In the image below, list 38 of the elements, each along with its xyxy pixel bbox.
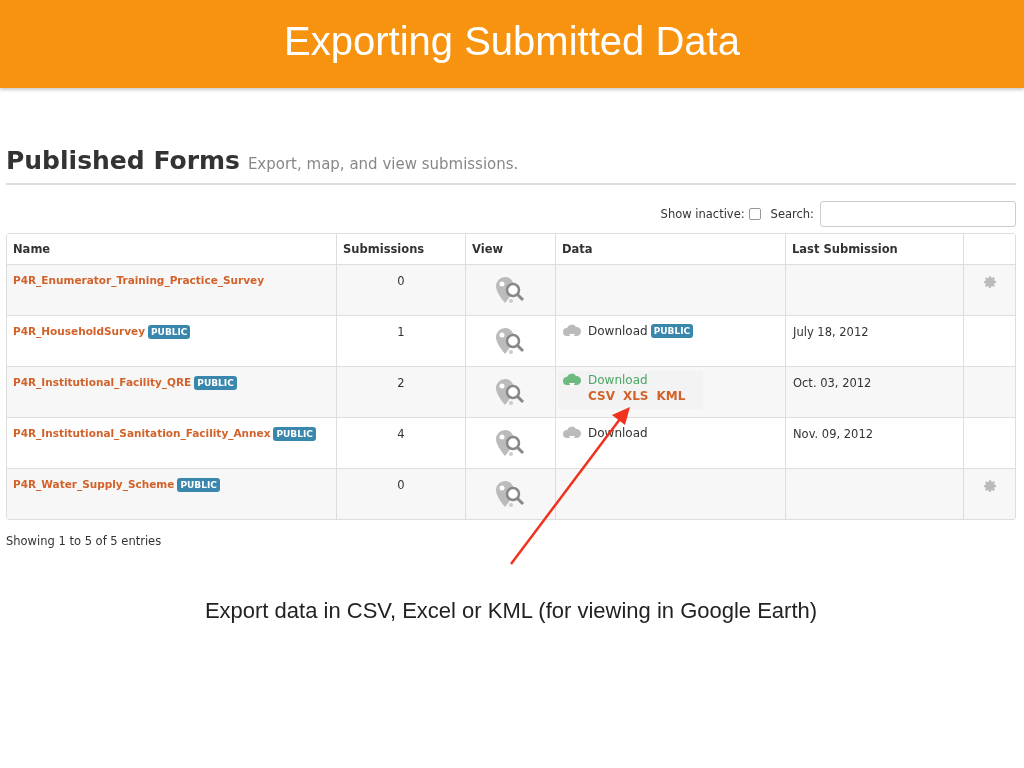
public-badge: PUBLIC (194, 376, 237, 390)
slide-title: Exporting Submitted Data (284, 18, 740, 64)
entries-info: Showing 1 to 5 of 5 entries (6, 534, 163, 548)
form-name-link[interactable]: P4R_Enumerator_Training_Practice_Survey (13, 274, 265, 286)
submission-count: 4 (397, 427, 405, 441)
submission-count: 0 (397, 478, 405, 492)
search-field[interactable] (820, 201, 1016, 227)
form-name-link[interactable]: P4R_Water_Supply_Scheme (13, 478, 175, 490)
form-name-link[interactable]: P4R_Institutional_Facility_QRE (13, 376, 192, 388)
column-header[interactable]: Data (562, 242, 593, 256)
submission-count: 2 (397, 376, 405, 390)
last-submission-date: July 18, 2012 (793, 325, 869, 339)
column-header[interactable]: Last Submission (792, 242, 898, 256)
format-link[interactable]: XLS (622, 389, 649, 403)
public-badge: PUBLIC (273, 427, 316, 441)
last-submission-date: Oct. 03, 2012 (793, 376, 872, 390)
public-badge: PUBLIC (148, 325, 191, 339)
form-name-link[interactable]: P4R_HouseholdSurvey (13, 325, 145, 337)
format-link[interactable]: KML (656, 389, 686, 403)
settings-icon[interactable] (982, 275, 997, 289)
slide-caption: Export data in CSV, Excel or KML (for viewing in Google Earth) (203, 598, 819, 624)
download-link[interactable]: Download (588, 324, 648, 338)
last-submission-date: Nov. 09, 2012 (793, 427, 874, 441)
download-link[interactable]: Download (588, 373, 694, 387)
page-heading: Published Forms (6, 146, 240, 175)
format-link[interactable]: CSV (588, 389, 615, 403)
page-subheading: Export, map, and view submissions. (247, 155, 519, 173)
column-header[interactable]: View (472, 242, 504, 256)
submission-count: 0 (397, 274, 405, 288)
column-header[interactable]: Submissions (343, 242, 425, 256)
show-inactive-label: Show inactive: (660, 207, 745, 221)
submission-count: 1 (397, 325, 405, 339)
public-badge: PUBLIC (650, 324, 694, 338)
column-header[interactable]: Name (13, 242, 51, 256)
form-name-link[interactable]: P4R_Institutional_Sanitation_Facility_Annex (13, 427, 271, 439)
settings-icon[interactable] (982, 479, 997, 493)
search-label: Search: (770, 207, 814, 221)
public-badge: PUBLIC (177, 478, 220, 492)
